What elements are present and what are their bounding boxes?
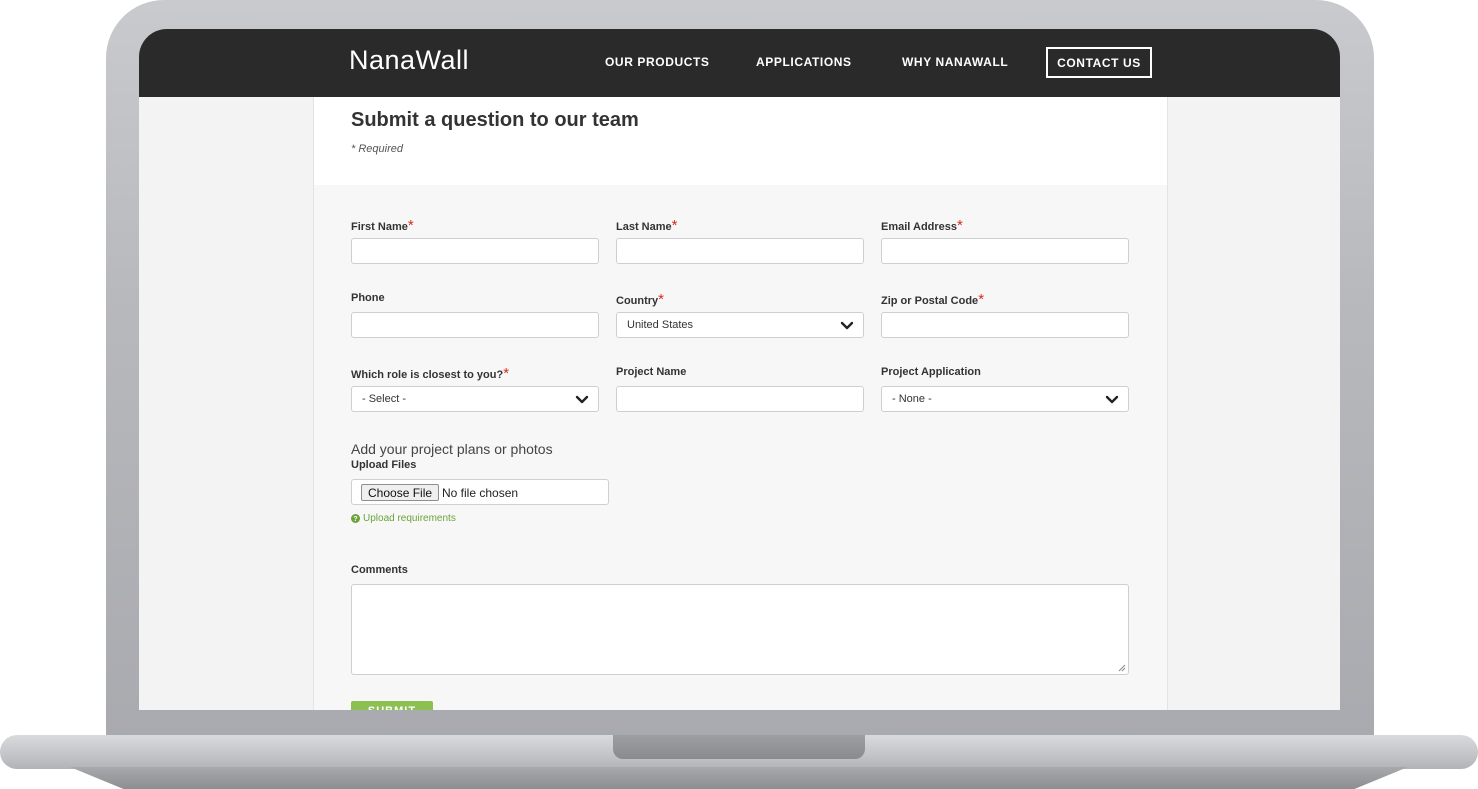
country-select[interactable]: United States	[616, 312, 864, 338]
first-name-field[interactable]	[351, 238, 599, 264]
required-note: * Required	[351, 143, 403, 155]
zip-label: Zip or Postal Code*	[881, 291, 985, 308]
chevron-down-icon	[575, 395, 589, 404]
email-field[interactable]	[881, 238, 1129, 264]
required-star: *	[978, 291, 985, 308]
upload-requirements-label: Upload requirements	[363, 513, 456, 524]
nanawall-logo[interactable]: NanaWall	[349, 45, 469, 76]
role-select[interactable]: - Select -	[351, 386, 599, 412]
zip-field[interactable]	[881, 312, 1129, 338]
first-name-label: First Name*	[351, 217, 414, 234]
project-application-select[interactable]: - None -	[881, 386, 1129, 412]
page-title: Submit a question to our team	[351, 109, 639, 131]
laptop-notch	[613, 735, 865, 759]
upload-requirements-link[interactable]: ? Upload requirements	[351, 513, 456, 524]
email-label: Email Address*	[881, 217, 963, 234]
file-status-text: No file chosen	[442, 486, 519, 500]
required-star: *	[957, 217, 963, 234]
comments-label: Comments	[351, 564, 408, 576]
chevron-down-icon	[840, 321, 854, 330]
project-name-field[interactable]	[616, 386, 864, 412]
file-upload-input[interactable]: Choose File No file chosen	[351, 479, 609, 505]
question-circle-icon: ?	[351, 514, 360, 523]
top-navbar: NanaWall OUR PRODUCTS APPLICATIONS WHY N…	[139, 29, 1340, 97]
role-label: Which role is closest to you?*	[351, 365, 510, 382]
browser-viewport: NanaWall OUR PRODUCTS APPLICATIONS WHY N…	[139, 29, 1340, 710]
project-name-label: Project Name	[616, 366, 687, 378]
upload-files-label: Upload Files	[351, 459, 417, 471]
last-name-label: Last Name*	[616, 217, 678, 234]
nav-applications[interactable]: APPLICATIONS	[756, 55, 852, 69]
country-label: Country*	[616, 291, 665, 308]
form-header: Submit a question to our team * Required	[314, 97, 1167, 185]
submit-button[interactable]: SUBMIT	[351, 701, 433, 710]
required-star: *	[503, 365, 510, 382]
laptop-screen-bezel: NanaWall OUR PRODUCTS APPLICATIONS WHY N…	[139, 29, 1340, 710]
laptop-foot	[70, 767, 1408, 789]
form-panel: Submit a question to our team * Required…	[313, 97, 1168, 710]
country-select-value: United States	[627, 319, 694, 331]
required-star: *	[407, 217, 414, 234]
nav-our-products[interactable]: OUR PRODUCTS	[605, 55, 710, 69]
project-application-select-value: - None -	[892, 393, 932, 405]
project-application-label: Project Application	[881, 366, 981, 378]
choose-file-button[interactable]: Choose File	[361, 484, 440, 501]
resize-handle-icon[interactable]	[1118, 664, 1126, 672]
phone-label: Phone	[351, 292, 385, 304]
upload-heading: Add your project plans or photos	[351, 441, 553, 457]
chevron-down-icon	[1105, 395, 1119, 404]
contact-us-button[interactable]: CONTACT US	[1046, 47, 1152, 78]
required-star: *	[658, 291, 665, 308]
comments-textarea[interactable]	[351, 584, 1129, 675]
role-select-value: - Select -	[362, 393, 407, 405]
required-star: *	[671, 217, 678, 234]
svg-text:?: ?	[353, 514, 357, 523]
phone-field[interactable]	[351, 312, 599, 338]
last-name-field[interactable]	[616, 238, 864, 264]
nav-why-nanawall[interactable]: WHY NANAWALL	[902, 55, 1008, 69]
